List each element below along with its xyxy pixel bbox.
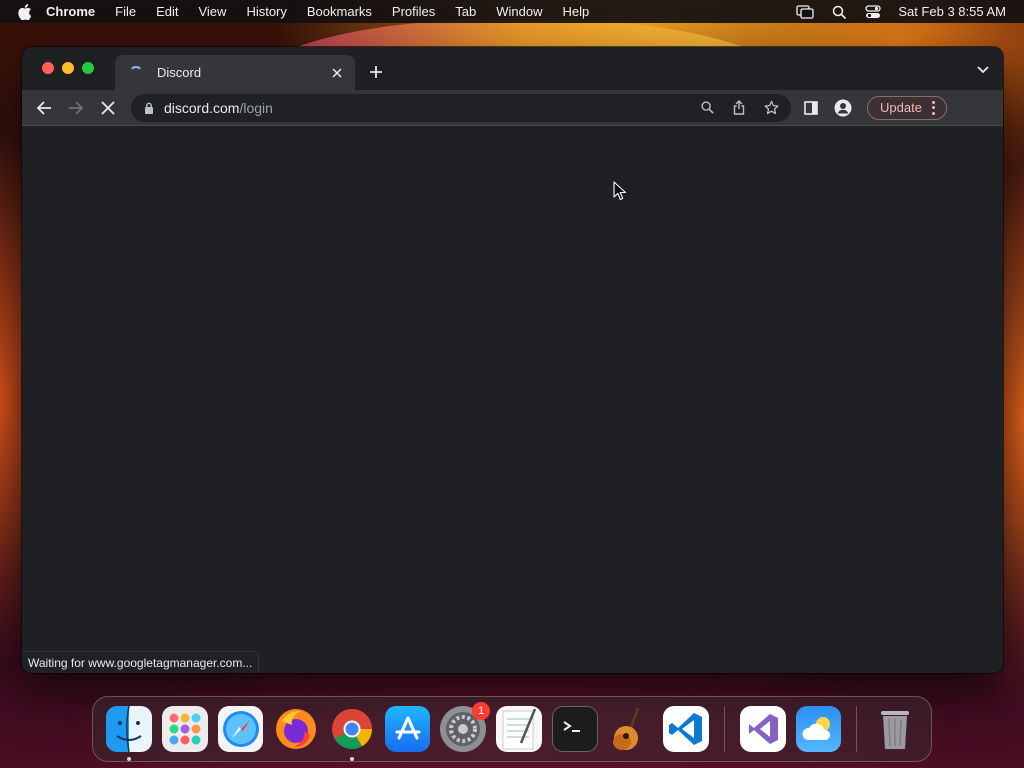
address-bar[interactable]: discord.com/login (131, 93, 791, 122)
address-url[interactable]: discord.com/login (164, 100, 695, 116)
close-window-button[interactable] (42, 62, 54, 74)
update-label: Update (880, 100, 922, 115)
chrome-icon[interactable] (329, 706, 375, 761)
dock: 1 (92, 696, 932, 762)
mouse-cursor-icon (613, 181, 627, 201)
launchpad-icon[interactable] (162, 706, 208, 752)
tab-title: Discord (157, 65, 202, 80)
menu-bookmarks[interactable]: Bookmarks (307, 4, 372, 19)
dock-separator (856, 706, 858, 752)
browser-toolbar: discord.com/login Update (22, 90, 1003, 126)
profile-avatar-button[interactable] (829, 94, 857, 122)
update-chrome-button[interactable]: Update (867, 95, 947, 120)
tab-strip: Discord (22, 47, 1003, 90)
garageband-icon[interactable] (608, 706, 654, 752)
menu-tab[interactable]: Tab (455, 4, 476, 19)
status-bubble: Waiting for www.googletagmanager.com... (22, 651, 260, 673)
trash-icon[interactable] (872, 706, 918, 752)
menu-bar-clock[interactable]: Sat Feb 3 8:55 AM (898, 4, 1006, 19)
vscode-icon[interactable] (663, 706, 709, 752)
menu-view[interactable]: View (198, 4, 226, 19)
menu-file[interactable]: File (115, 4, 136, 19)
firefox-icon[interactable] (273, 706, 319, 752)
zoom-window-button[interactable] (82, 62, 94, 74)
tab-search-chevron-icon[interactable] (975, 62, 991, 78)
textedit-icon[interactable] (496, 706, 542, 752)
page-content (22, 126, 1003, 673)
running-indicator (127, 757, 131, 761)
menu-bar: Chrome File Edit View History Bookmarks … (0, 0, 1024, 23)
close-tab-icon[interactable] (329, 65, 345, 81)
window-controls (42, 62, 94, 74)
control-center-icon[interactable] (864, 4, 882, 20)
tab-discord[interactable]: Discord (115, 55, 355, 90)
system-settings-icon[interactable]: 1 (440, 702, 491, 752)
new-tab-button[interactable] (365, 61, 387, 83)
zoom-search-icon[interactable] (695, 96, 719, 120)
safari-icon[interactable] (217, 706, 264, 752)
side-panel-button[interactable] (797, 94, 825, 122)
running-indicator (349, 757, 354, 761)
chrome-window: Discord discord.com/login Update Waiting… (22, 47, 1003, 673)
menu-history[interactable]: History (246, 4, 286, 19)
terminal-icon[interactable] (551, 706, 598, 752)
loading-spinner-icon (129, 65, 143, 80)
bookmark-star-icon[interactable] (759, 96, 783, 120)
app-store-icon[interactable] (384, 706, 431, 752)
share-icon[interactable] (727, 96, 751, 120)
forward-button[interactable] (62, 94, 90, 122)
stop-loading-button[interactable] (94, 94, 122, 122)
visual-studio-icon[interactable] (739, 706, 786, 752)
menu-window[interactable]: Window (496, 4, 542, 19)
menu-help[interactable]: Help (563, 4, 590, 19)
spotlight-search-icon[interactable] (830, 4, 848, 20)
lock-icon[interactable] (143, 102, 155, 114)
more-menu-icon[interactable] (932, 100, 936, 115)
notification-badge: 1 (472, 702, 491, 720)
url-host: discord.com (164, 99, 240, 116)
back-button[interactable] (30, 94, 58, 122)
apple-icon[interactable] (18, 3, 32, 20)
menu-app-name[interactable]: Chrome (46, 4, 95, 19)
url-path: /login (239, 99, 273, 116)
screen-mirroring-icon[interactable] (796, 4, 814, 20)
menu-edit[interactable]: Edit (156, 4, 178, 19)
dock-separator (723, 706, 725, 752)
finder-icon[interactable] (106, 706, 152, 761)
status-text: Waiting for www.googletagmanager.com... (28, 655, 253, 670)
minimize-window-button[interactable] (62, 62, 74, 74)
weather-icon[interactable] (795, 706, 842, 752)
menu-profiles[interactable]: Profiles (392, 4, 435, 19)
